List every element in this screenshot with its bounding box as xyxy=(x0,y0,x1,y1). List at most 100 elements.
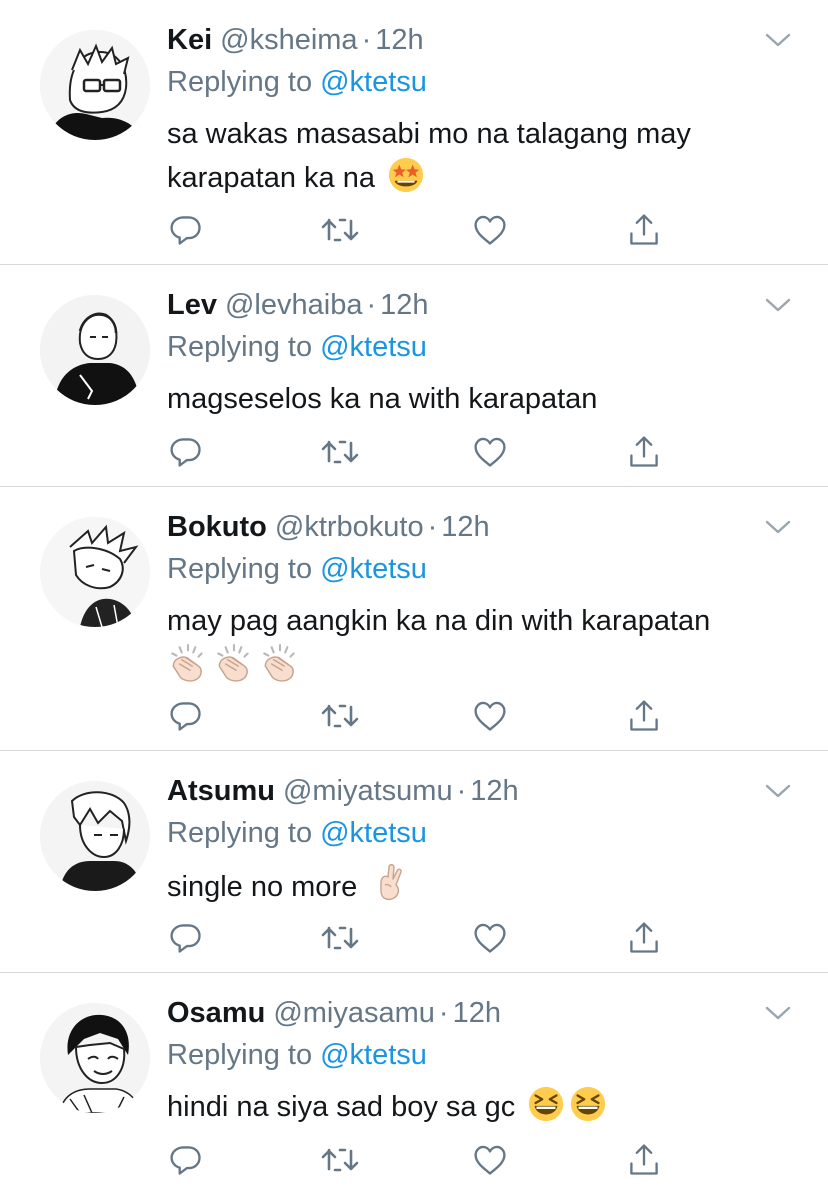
share-button[interactable] xyxy=(624,432,664,472)
replying-label: Replying to xyxy=(167,817,313,849)
avatar-illustration xyxy=(40,781,150,891)
like-icon xyxy=(472,1142,508,1178)
username[interactable]: @ksheima xyxy=(220,24,357,56)
like-button[interactable] xyxy=(470,432,510,472)
like-icon xyxy=(472,434,508,470)
mention-link[interactable]: @ktetsu xyxy=(320,553,427,585)
avatar-illustration xyxy=(40,517,150,627)
timestamp[interactable]: 12h xyxy=(441,511,489,543)
display-name[interactable]: Lev xyxy=(167,289,217,321)
tweet-actions xyxy=(0,1140,828,1180)
timestamp[interactable]: 12h xyxy=(453,997,501,1029)
retweet-icon xyxy=(320,432,360,472)
mention-link[interactable]: @ktetsu xyxy=(320,1039,427,1071)
reply-button[interactable] xyxy=(166,210,206,250)
replying-label: Replying to xyxy=(167,66,313,98)
tweet-text: sa wakas masasabi mo na talagang may kar… xyxy=(167,112,787,200)
replying-to: Replying to @ktetsu xyxy=(167,327,427,367)
reply-button[interactable] xyxy=(166,1140,206,1180)
like-button[interactable] xyxy=(470,1140,510,1180)
replying-to: Replying to @ktetsu xyxy=(167,62,427,102)
retweet-button[interactable] xyxy=(320,918,360,958)
replying-to: Replying to @ktetsu xyxy=(167,549,427,589)
retweet-icon xyxy=(320,696,360,736)
timestamp[interactable]: 12h xyxy=(380,289,428,321)
retweet-button[interactable] xyxy=(320,1140,360,1180)
share-icon xyxy=(626,212,662,248)
share-button[interactable] xyxy=(624,210,664,250)
display-name[interactable]: Atsumu xyxy=(167,775,275,807)
separator: · xyxy=(427,511,438,543)
tweet-text: may pag aangkin ka na din with karapatan xyxy=(167,599,787,691)
mention-link[interactable]: @ktetsu xyxy=(320,817,427,849)
avatar[interactable] xyxy=(40,781,150,891)
clapping-hands-emoji-icon xyxy=(259,643,301,685)
like-icon xyxy=(472,698,508,734)
chevron-down-icon[interactable] xyxy=(764,517,792,537)
avatar-illustration xyxy=(40,30,150,140)
avatar[interactable] xyxy=(40,30,150,140)
reply-icon xyxy=(168,434,204,470)
chevron-down-icon[interactable] xyxy=(764,781,792,801)
tweet-item[interactable]: Kei @ksheima · 12h Replying to @ktetsu sa wa… xyxy=(0,0,828,265)
reply-button[interactable] xyxy=(166,696,206,736)
like-button[interactable] xyxy=(470,210,510,250)
share-button[interactable] xyxy=(624,696,664,736)
tweet-item[interactable]: Lev @levhaiba · 12h Replying to @ktetsu mags… xyxy=(0,265,828,487)
tweet-header: Atsumu @miyatsumu · 12h xyxy=(167,771,519,811)
like-icon xyxy=(472,920,508,956)
username[interactable]: @miyasamu xyxy=(273,997,435,1029)
retweet-button[interactable] xyxy=(320,432,360,472)
username[interactable]: @ktrbokuto xyxy=(275,511,424,543)
tweet-text: single no more xyxy=(167,863,787,909)
tweet-item[interactable]: Atsumu @miyatsumu · 12h Replying to @ktetsu … xyxy=(0,751,828,973)
share-icon xyxy=(626,698,662,734)
replying-label: Replying to xyxy=(167,1039,313,1071)
tweet-actions xyxy=(0,210,828,250)
reply-icon xyxy=(168,1142,204,1178)
reply-icon xyxy=(168,698,204,734)
chevron-down-icon[interactable] xyxy=(764,1003,792,1023)
tweet-header: Kei @ksheima · 12h xyxy=(167,20,424,60)
avatar[interactable] xyxy=(40,517,150,627)
avatar[interactable] xyxy=(40,1003,150,1113)
share-icon xyxy=(626,920,662,956)
timestamp[interactable]: 12h xyxy=(375,24,423,56)
share-button[interactable] xyxy=(624,918,664,958)
crossed-fingers-emoji-icon xyxy=(369,863,409,903)
tweet-body: hindi na siya sad boy sa gc xyxy=(167,1091,516,1123)
tweet-actions xyxy=(0,918,828,958)
like-button[interactable] xyxy=(470,696,510,736)
reply-button[interactable] xyxy=(166,432,206,472)
like-button[interactable] xyxy=(470,918,510,958)
retweet-button[interactable] xyxy=(320,210,360,250)
username[interactable]: @miyatsumu xyxy=(283,775,453,807)
chevron-down-icon[interactable] xyxy=(764,295,792,315)
display-name[interactable]: Kei xyxy=(167,24,212,56)
separator: · xyxy=(456,775,467,807)
share-button[interactable] xyxy=(624,1140,664,1180)
reply-button[interactable] xyxy=(166,918,206,958)
display-name[interactable]: Osamu xyxy=(167,997,265,1029)
retweet-icon xyxy=(320,210,360,250)
tweet-body: may pag aangkin ka na din with karapatan xyxy=(167,605,711,637)
mention-link[interactable]: @ktetsu xyxy=(320,331,427,363)
separator: · xyxy=(438,997,449,1029)
clapping-hands-emoji-icon xyxy=(213,643,255,685)
timestamp[interactable]: 12h xyxy=(470,775,518,807)
tweet-text: hindi na siya sad boy sa gc xyxy=(167,1085,787,1129)
tweet-body: magseselos ka na with karapatan xyxy=(167,383,598,415)
chevron-down-icon[interactable] xyxy=(764,30,792,50)
star-struck-emoji-icon xyxy=(387,156,425,194)
username[interactable]: @levhaiba xyxy=(225,289,362,321)
reply-icon xyxy=(168,920,204,956)
avatar[interactable] xyxy=(40,295,150,405)
reply-icon xyxy=(168,212,204,248)
tweet-item[interactable]: Bokuto @ktrbokuto · 12h Replying to @ktetsu … xyxy=(0,487,828,751)
mention-link[interactable]: @ktetsu xyxy=(320,66,427,98)
tweet-item[interactable]: Osamu @miyasamu · 12h Replying to @ktetsu hi… xyxy=(0,973,828,1191)
retweet-button[interactable] xyxy=(320,696,360,736)
avatar-illustration xyxy=(40,1003,150,1113)
display-name[interactable]: Bokuto xyxy=(167,511,267,543)
tweet-text: magseselos ka na with karapatan xyxy=(167,377,787,421)
